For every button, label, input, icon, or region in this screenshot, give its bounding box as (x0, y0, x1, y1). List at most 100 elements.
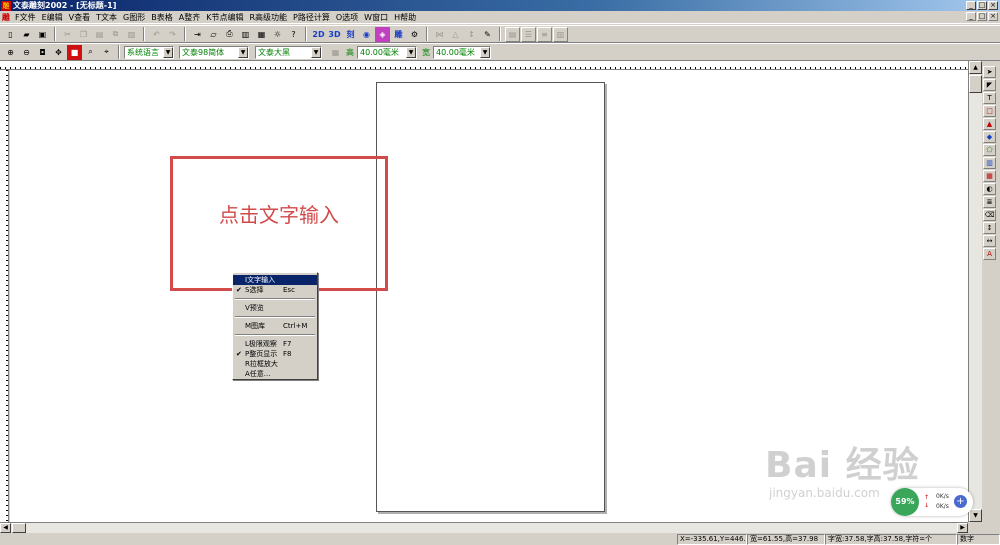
save-icon[interactable]: ▣ (35, 27, 50, 42)
scroll-left-icon[interactable]: ◀ (0, 523, 11, 533)
import-icon[interactable]: ⇥ (190, 27, 205, 42)
menu-item-gallery[interactable]: M图库 Ctrl+M (233, 321, 317, 331)
table-tool-icon[interactable]: ▥ (983, 157, 996, 169)
triangle-icon[interactable]: △ (448, 27, 463, 42)
polygon-tool-icon[interactable]: ⬠ (983, 144, 996, 156)
menu-table[interactable]: B表格 (148, 12, 176, 23)
edit-pencil-icon[interactable]: ✎ (480, 27, 495, 42)
mirror-icon[interactable]: ⋈ (432, 27, 447, 42)
menu-item-extreme-view[interactable]: L极限观察 F7 (233, 339, 317, 349)
scroll-right-icon[interactable]: ▶ (957, 523, 968, 533)
plus-icon[interactable]: + (954, 495, 967, 508)
lightbulb-icon[interactable]: ☼ (270, 27, 285, 42)
menu-window[interactable]: W窗口 (361, 12, 391, 23)
ab-text-icon[interactable]: A (983, 248, 996, 260)
horizontal-text-icon[interactable]: ↔ (983, 235, 996, 247)
page-sheet[interactable] (376, 82, 605, 512)
erase-tool-icon[interactable]: ⌫ (983, 209, 996, 221)
horizontal-ruler[interactable] (0, 61, 968, 70)
paragraph-tool-icon[interactable]: ≣ (983, 196, 996, 208)
menu-item-preview[interactable]: V预览 (233, 303, 317, 313)
paste-icon[interactable]: ▤ (92, 27, 107, 42)
menu-item-select[interactable]: ✔ S选择 Esc (233, 285, 317, 295)
menu-align[interactable]: A整齐 (176, 12, 203, 23)
doc-minimize-button[interactable]: _ (966, 12, 976, 21)
align-right-icon[interactable]: ≡ (537, 26, 552, 42)
scroll-thumb[interactable] (12, 523, 26, 533)
open-folder-icon[interactable]: ▰ (19, 27, 34, 42)
copy-icon[interactable]: ❐ (76, 27, 91, 42)
fill-tool-icon[interactable]: ▲ (983, 118, 996, 130)
height-select[interactable]: 40.00毫米 ▼ (357, 45, 417, 59)
width-select[interactable]: 40.00毫米 ▼ (433, 45, 491, 59)
menu-edit[interactable]: E编辑 (39, 12, 66, 23)
menu-file[interactable]: F文件 (12, 12, 39, 23)
minimize-button[interactable]: _ (966, 1, 976, 10)
menu-advanced[interactable]: R高级功能 (246, 12, 290, 23)
menu-item-full-page[interactable]: ✔ P整页显示 F8 (233, 349, 317, 359)
vertical-ruler[interactable] (0, 70, 9, 522)
scroll-up-icon[interactable]: ▲ (969, 61, 982, 74)
page-setup-icon[interactable]: ▦ (254, 27, 269, 42)
duplicate-icon[interactable]: ▧ (124, 27, 139, 42)
print-icon[interactable]: ⎙ (222, 27, 237, 42)
scroll-down-icon[interactable]: ▼ (969, 509, 982, 522)
doc-close-button[interactable]: × (988, 12, 998, 21)
lock-ratio-icon[interactable]: ▦ (328, 45, 343, 60)
chevron-down-icon[interactable]: ▼ (311, 46, 321, 58)
pan-icon[interactable]: ✥ (51, 45, 66, 60)
node-tool-icon[interactable]: ◤ (983, 79, 996, 91)
vertical-scrollbar[interactable]: ▲ ▼ (968, 61, 982, 522)
menu-item-box-zoom[interactable]: R拉框放大 (233, 359, 317, 369)
cut-icon[interactable]: ✂ (60, 27, 75, 42)
shape-tool-icon[interactable]: ◆ (983, 131, 996, 143)
maximize-button[interactable]: □ (977, 1, 987, 10)
network-speed-widget[interactable]: 59% ↑ ↓ 0K/s 0K/s + (891, 488, 973, 516)
zoom-in-icon[interactable]: ⊕ (3, 45, 18, 60)
2d-view-icon[interactable]: 2D (311, 27, 326, 42)
menu-item-text-input[interactable]: I文字输入 (233, 275, 317, 285)
justify-icon[interactable]: ▥ (553, 26, 568, 42)
menu-graphics[interactable]: G图形 (120, 12, 148, 23)
text-tool-icon[interactable]: T (983, 92, 996, 104)
chevron-down-icon[interactable]: ▼ (406, 46, 416, 58)
redo-icon[interactable]: ↷ (165, 27, 180, 42)
color-palette-icon[interactable]: ▦ (983, 170, 996, 182)
rectangle-tool-icon[interactable]: □ (983, 105, 996, 117)
vertical-text-icon[interactable]: ↕ (983, 222, 996, 234)
doc-restore-button[interactable]: □ (977, 12, 987, 21)
engrave-icon[interactable]: ◈ (375, 26, 390, 42)
typeface-select[interactable]: 文泰大黑 ▼ (255, 45, 322, 59)
rotate-icon[interactable]: ↕ (464, 27, 479, 42)
language-select[interactable]: 系统语言 ▼ (124, 45, 174, 59)
speed-percent[interactable]: 59% (891, 488, 919, 516)
menu-path-calc[interactable]: P路径计算 (290, 12, 333, 23)
path-tool-icon[interactable]: ◉ (359, 27, 374, 42)
chevron-down-icon[interactable]: ▼ (238, 46, 248, 58)
menu-options[interactable]: O选项 (333, 12, 361, 23)
zoom-out-icon[interactable]: ⊖ (19, 45, 34, 60)
align-left-icon[interactable]: ▤ (505, 26, 520, 42)
pointer-tool-icon[interactable]: ➤ (983, 66, 996, 78)
menu-help[interactable]: H帮助 (391, 12, 419, 23)
document-icon[interactable]: 雕 (0, 11, 12, 23)
horizontal-scrollbar[interactable]: ◀ ▶ (0, 522, 968, 533)
menu-text[interactable]: T文本 (93, 12, 120, 23)
3d-view-icon[interactable]: 3D (327, 27, 342, 42)
menu-item-arbitrary[interactable]: A任意... (233, 369, 317, 379)
align-center-icon[interactable]: ☰ (521, 26, 536, 42)
font-select[interactable]: 文泰98简体 ▼ (179, 45, 249, 59)
export-icon[interactable]: ▱ (206, 27, 221, 42)
diao-icon[interactable]: 雕 (391, 27, 406, 42)
zoom-select-icon[interactable]: ⌕ (83, 45, 98, 60)
zoom-page-icon[interactable]: ◘ (35, 45, 50, 60)
chevron-down-icon[interactable]: ▼ (163, 46, 173, 58)
tool-settings-icon[interactable]: ⚙ (407, 27, 422, 42)
carve-icon[interactable]: 刻 (343, 27, 358, 42)
undo-icon[interactable]: ↶ (149, 27, 164, 42)
zoom-all-icon[interactable]: ⌖ (99, 45, 114, 60)
color-fill-icon[interactable]: ■ (67, 44, 82, 60)
help-icon[interactable]: ? (286, 27, 301, 42)
chevron-down-icon[interactable]: ▼ (480, 46, 490, 58)
close-button[interactable]: × (988, 1, 998, 10)
